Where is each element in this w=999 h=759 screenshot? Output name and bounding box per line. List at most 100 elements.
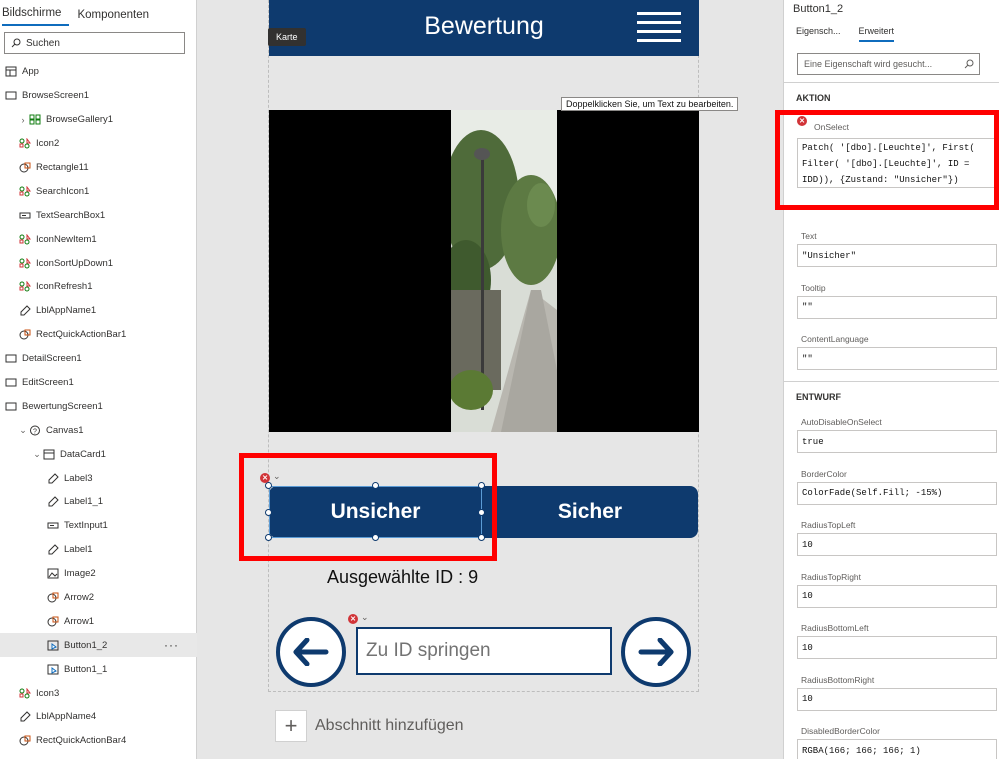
svg-text:?: ? — [33, 428, 37, 435]
tree-item[interactable]: LblAppName1 — [0, 299, 197, 323]
label-icon — [46, 472, 59, 484]
tree-item[interactable]: SearchIcon1 — [0, 179, 197, 203]
arrow-right-button[interactable] — [621, 617, 691, 687]
shape-icon — [46, 616, 59, 627]
tree-item[interactable]: Label1 — [0, 538, 197, 562]
tab-eigenschaften[interactable]: Eigensch... — [796, 26, 841, 42]
property-value-field[interactable]: true — [797, 430, 997, 453]
tree-item[interactable]: ⌄ DataCard1 — [0, 442, 197, 466]
tree-item[interactable]: Button1_2 ··· — [0, 633, 197, 658]
property-value-field[interactable]: "Unsicher" — [797, 244, 997, 267]
property-value-field[interactable]: 10 — [797, 533, 997, 556]
shape-icon — [18, 162, 31, 173]
tree-item[interactable]: LblAppName4 — [0, 705, 197, 729]
screen-icon — [4, 90, 17, 101]
tree-item[interactable]: › BrowseGallery1 — [0, 108, 197, 132]
header-title[interactable]: Bewertung — [269, 12, 699, 41]
icon-control-icon — [18, 185, 31, 197]
tree-item[interactable]: EditScreen1 — [0, 371, 197, 395]
tree-item-label: EditScreen1 — [22, 377, 74, 389]
property-label: RadiusBottomLeft — [801, 623, 869, 633]
tree-item-label: BrowseGallery1 — [46, 114, 114, 126]
tree-item[interactable]: Label3 — [0, 466, 197, 490]
id-jump-input[interactable]: Zu ID springen — [356, 627, 612, 675]
street-photo-image — [451, 110, 557, 432]
property-value-field[interactable]: "" — [797, 347, 997, 370]
tree-tabs: Bildschirme Komponenten — [0, 0, 196, 26]
icon-control-icon — [18, 233, 31, 245]
property-value-field[interactable]: ColorFade(Self.Fill; -15%) — [797, 481, 997, 505]
header-bar: Bewertung — [269, 0, 699, 56]
property-value-field[interactable]: 10 — [797, 687, 997, 711]
sicher-button[interactable]: Sicher — [482, 486, 698, 538]
tree-item-label: Button1_1 — [64, 663, 108, 675]
tree-item-label: SearchIcon1 — [36, 185, 90, 197]
section-entwurf[interactable]: ENTWURF — [784, 381, 999, 402]
textinput-icon — [18, 210, 31, 221]
tree-item-label: LblAppName1 — [36, 305, 97, 317]
property-value-field[interactable]: 10 — [797, 636, 997, 659]
hamburger-menu-icon[interactable] — [637, 12, 681, 48]
canvas-icon: ? — [28, 425, 41, 436]
shape-icon — [18, 329, 31, 340]
tree-item[interactable]: DetailScreen1 — [0, 347, 197, 371]
icon-control-icon — [18, 281, 31, 292]
property-label: ContentLanguage — [801, 334, 869, 344]
tree-item[interactable]: RectQuickActionBar1 — [0, 323, 197, 347]
property-value-field[interactable]: 10 — [797, 584, 997, 608]
shape-icon — [46, 592, 59, 603]
tree-item[interactable]: Rectangle11 — [0, 156, 197, 180]
tree-item[interactable]: BewertungScreen1 — [0, 394, 197, 418]
search-icon — [11, 38, 21, 48]
tree-item[interactable]: ⌄? Canvas1 — [0, 418, 197, 442]
tree-item[interactable]: IconNewItem1 — [0, 227, 197, 251]
property-search-placeholder: Eine Eigenschaft wird gesucht... — [804, 59, 933, 69]
label-icon — [18, 305, 31, 316]
tab-erweitert[interactable]: Erweitert — [858, 26, 895, 42]
shape-icon — [18, 735, 31, 746]
tree-item[interactable]: IconSortUpDown1 — [0, 251, 197, 275]
tree-item[interactable]: Arrow2 — [0, 586, 197, 610]
tree-item-label: Icon2 — [36, 138, 60, 150]
arrow-left-button[interactable] — [276, 617, 346, 687]
tree-item[interactable]: Image2 — [0, 562, 197, 586]
screen-icon — [4, 353, 17, 364]
property-label: RadiusTopLeft — [801, 520, 856, 530]
tree-item[interactable]: BrowseScreen1 — [0, 84, 197, 108]
tree-item-label: Image2 — [64, 568, 96, 580]
tree-item-label: App — [22, 66, 39, 78]
chevron-down-icon[interactable]: ⌄ — [18, 425, 28, 436]
chevron-right-icon[interactable]: › — [18, 115, 28, 125]
section-aktion[interactable]: AKTION — [784, 82, 999, 103]
tree-item-label: Label1_1 — [64, 496, 104, 508]
tree-item-label: Arrow1 — [64, 615, 95, 627]
image-control[interactable] — [269, 110, 699, 432]
tree-search-input[interactable]: Suchen — [4, 32, 185, 54]
more-options-icon[interactable]: ··· — [164, 638, 179, 652]
chevron-down-icon[interactable]: ⌄ — [32, 449, 42, 460]
tab-komponenten[interactable]: Komponenten — [77, 9, 157, 26]
tree-item[interactable]: Button1_1 — [0, 657, 197, 681]
tree-item[interactable]: IconRefresh1 — [0, 275, 197, 299]
property-label: Tooltip — [801, 282, 826, 293]
tree-item[interactable]: Arrow1 — [0, 609, 197, 633]
app-icon — [4, 66, 17, 77]
add-section-button[interactable]: + Abschnitt hinzufügen — [275, 710, 464, 742]
tree-item[interactable]: Icon3 — [0, 681, 197, 705]
tree-item[interactable]: App — [0, 60, 197, 84]
tree-item[interactable]: RectQuickActionBar4 — [0, 729, 197, 753]
tab-bildschirme[interactable]: Bildschirme — [2, 7, 70, 26]
tree-item-label: Label1 — [64, 544, 93, 556]
error-icon[interactable]: ✕ — [348, 614, 358, 624]
highlight-box-formula — [775, 110, 999, 210]
chevron-down-icon[interactable]: ⌄ — [361, 612, 369, 623]
property-value-field[interactable]: RGBA(166; 166; 166; 1) — [797, 739, 997, 759]
tree-item[interactable]: Label1_1 — [0, 490, 197, 514]
property-label: DisabledBorderColor — [801, 726, 880, 736]
tree-item[interactable]: TextSearchBox1 — [0, 203, 197, 227]
property-search-input[interactable]: Eine Eigenschaft wird gesucht... — [797, 53, 980, 75]
property-value-field[interactable]: "" — [797, 295, 997, 319]
tree-item[interactable]: Icon2 — [0, 132, 197, 156]
label-icon — [46, 496, 59, 507]
tree-item[interactable]: TextInput1 — [0, 514, 197, 538]
